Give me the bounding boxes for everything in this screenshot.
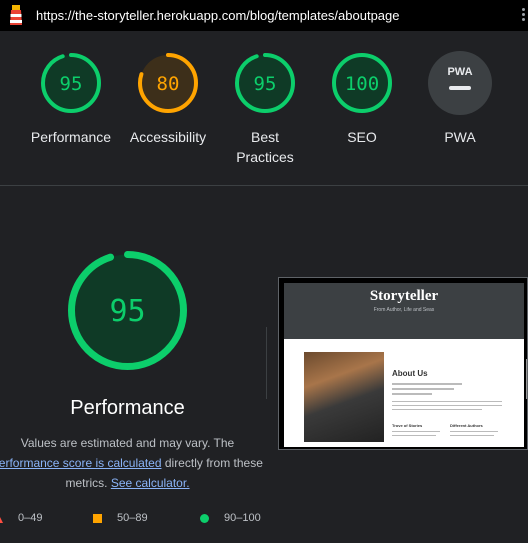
page-url[interactable]: https://the-storyteller.herokuapp.com/bl…	[36, 8, 400, 23]
text-line	[392, 388, 454, 390]
page-screenshot[interactable]: Storyteller From Author, Life and Seas A…	[278, 277, 528, 450]
screenshot-brand: Storyteller	[369, 288, 439, 304]
legend-average: 50–89	[93, 512, 148, 524]
pwa-badge-icon: PWA	[428, 51, 492, 115]
text-line	[392, 401, 502, 402]
see-calculator-link[interactable]: See calculator.	[111, 476, 190, 490]
score-value: 100	[345, 73, 379, 95]
screenshot-content: About Us Trove of Stories Different Auth…	[284, 339, 527, 447]
legend-fail-label: 0–49	[18, 512, 43, 524]
gauge-ring: 100	[332, 53, 392, 113]
gauge-label: Best Practices	[236, 129, 294, 165]
gauge-ring: 95	[235, 53, 295, 113]
screenshot-sub-2: Different Authors	[450, 423, 483, 428]
browser-toolbar: https://the-storyteller.herokuapp.com/bl…	[0, 0, 528, 31]
legend-fail: 0–49	[0, 512, 42, 524]
score-value: 95	[60, 73, 83, 95]
score-calculated-link[interactable]: performance score is calculated	[0, 456, 162, 470]
text-line	[450, 431, 498, 432]
legend-pass: 90–100	[200, 512, 261, 524]
screenshot-heading: About Us	[392, 369, 428, 378]
legend-pass-label: 90–100	[224, 512, 261, 524]
gauge-ring: 80	[138, 53, 198, 113]
lighthouse-icon	[10, 5, 22, 25]
desc-text-1: Values are estimated and may vary. The	[20, 436, 235, 450]
score-description: Values are estimated and may vary. The p…	[0, 433, 265, 493]
gauge-ring: 95	[41, 53, 101, 113]
text-line	[392, 431, 440, 432]
legend-average-label: 50–89	[117, 512, 148, 524]
text-line	[392, 435, 436, 436]
performance-detail: 95 Performance Values are estimated and …	[0, 187, 528, 543]
performance-score: 95	[109, 294, 145, 329]
screenshot-sub-1: Trove of Stories	[392, 423, 423, 428]
screenshot-tagline: From Author, Life and Seas	[373, 307, 435, 313]
text-line	[392, 405, 502, 406]
text-line	[450, 435, 494, 436]
score-value: 80	[157, 73, 180, 95]
triangle-icon	[0, 516, 3, 523]
gauge-label: PWA	[444, 129, 476, 145]
performance-title: Performance	[70, 397, 185, 419]
square-icon	[93, 513, 102, 523]
score-summary: 95 Performance 80 Accessibility 95 Best …	[0, 31, 528, 186]
circle-icon	[200, 513, 209, 523]
gauge-pwa[interactable]: PWA PWA	[400, 51, 520, 147]
more-menu-icon[interactable]	[519, 8, 528, 24]
typewriter-image	[304, 352, 384, 442]
text-line	[392, 409, 482, 410]
performance-gauge: 95	[68, 251, 187, 370]
text-line	[392, 383, 462, 385]
text-line	[392, 393, 432, 395]
score-value: 95	[254, 73, 277, 95]
screenshot-hero: Storyteller From Author, Life and Seas	[284, 283, 524, 339]
pwa-badge-text: PWA	[447, 66, 472, 78]
vertical-divider	[266, 327, 267, 399]
